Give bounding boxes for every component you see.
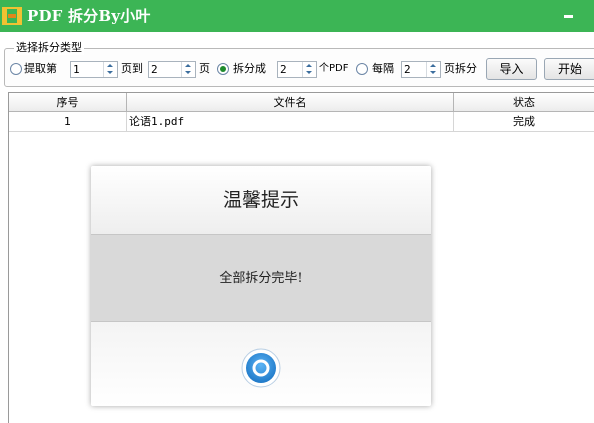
every-suffix-label: 页拆分 (444, 62, 477, 75)
title-bar[interactable]: PDF 拆分By小叶 (0, 0, 594, 32)
extract-to-arrows[interactable] (181, 62, 195, 77)
extract-to-value: 2 (151, 63, 158, 76)
split-count-stepper[interactable]: 2 (277, 61, 317, 78)
extract-prefix-label: 提取第 (24, 62, 57, 75)
radio-every-n-pages[interactable] (356, 63, 368, 75)
every-pages-stepper[interactable]: 2 (401, 61, 441, 78)
split-count-arrows[interactable] (302, 62, 316, 77)
extract-from-arrows[interactable] (103, 62, 117, 77)
ok-circle-icon (241, 348, 281, 392)
table-row-filename-cell[interactable]: 论语1.pdf (127, 112, 454, 132)
extract-from-stepper[interactable]: 1 (70, 61, 118, 78)
ok-button[interactable] (241, 348, 281, 388)
split-into-prefix-label: 拆分成 (233, 62, 266, 75)
split-count-value: 2 (280, 63, 287, 76)
extract-to-stepper[interactable]: 2 (148, 61, 196, 78)
start-button[interactable]: 开始 (544, 58, 594, 80)
split-into-suffix-label: 个PDF (319, 63, 349, 74)
extract-from-value: 1 (73, 63, 80, 76)
table-row-index-cell[interactable]: 1 (9, 112, 127, 132)
window-title: PDF 拆分By小叶 (27, 7, 151, 25)
split-type-group-label: 选择拆分类型 (14, 41, 84, 55)
radio-split-into[interactable] (217, 63, 229, 75)
app-window: PDF 拆分By小叶 选择拆分类型 提取第 1 页到 2 页 拆分成 2 个PD… (0, 0, 594, 423)
minimize-icon (564, 15, 573, 18)
dialog-message: 全部拆分完毕! (91, 234, 431, 322)
every-prefix-label: 每隔 (372, 62, 394, 75)
column-header-filename[interactable]: 文件名 (127, 93, 454, 112)
notice-dialog: 温馨提示 全部拆分完毕! (91, 166, 431, 406)
dialog-title: 温馨提示 (91, 166, 431, 234)
extract-suffix-label: 页 (199, 62, 210, 75)
radio-selected-dot (220, 66, 226, 72)
extract-middle-label: 页到 (121, 62, 143, 75)
column-header-index[interactable]: 序号 (9, 93, 127, 112)
every-pages-value: 2 (404, 63, 411, 76)
dialog-footer (91, 322, 431, 406)
every-pages-arrows[interactable] (426, 62, 440, 77)
minimize-button[interactable] (554, 4, 584, 28)
import-button[interactable]: 导入 (486, 58, 537, 80)
column-header-status[interactable]: 状态 (454, 93, 594, 112)
radio-extract-pages[interactable] (10, 63, 22, 75)
split-app-icon (1, 5, 23, 27)
table-row-status-cell[interactable]: 完成 (454, 112, 594, 132)
